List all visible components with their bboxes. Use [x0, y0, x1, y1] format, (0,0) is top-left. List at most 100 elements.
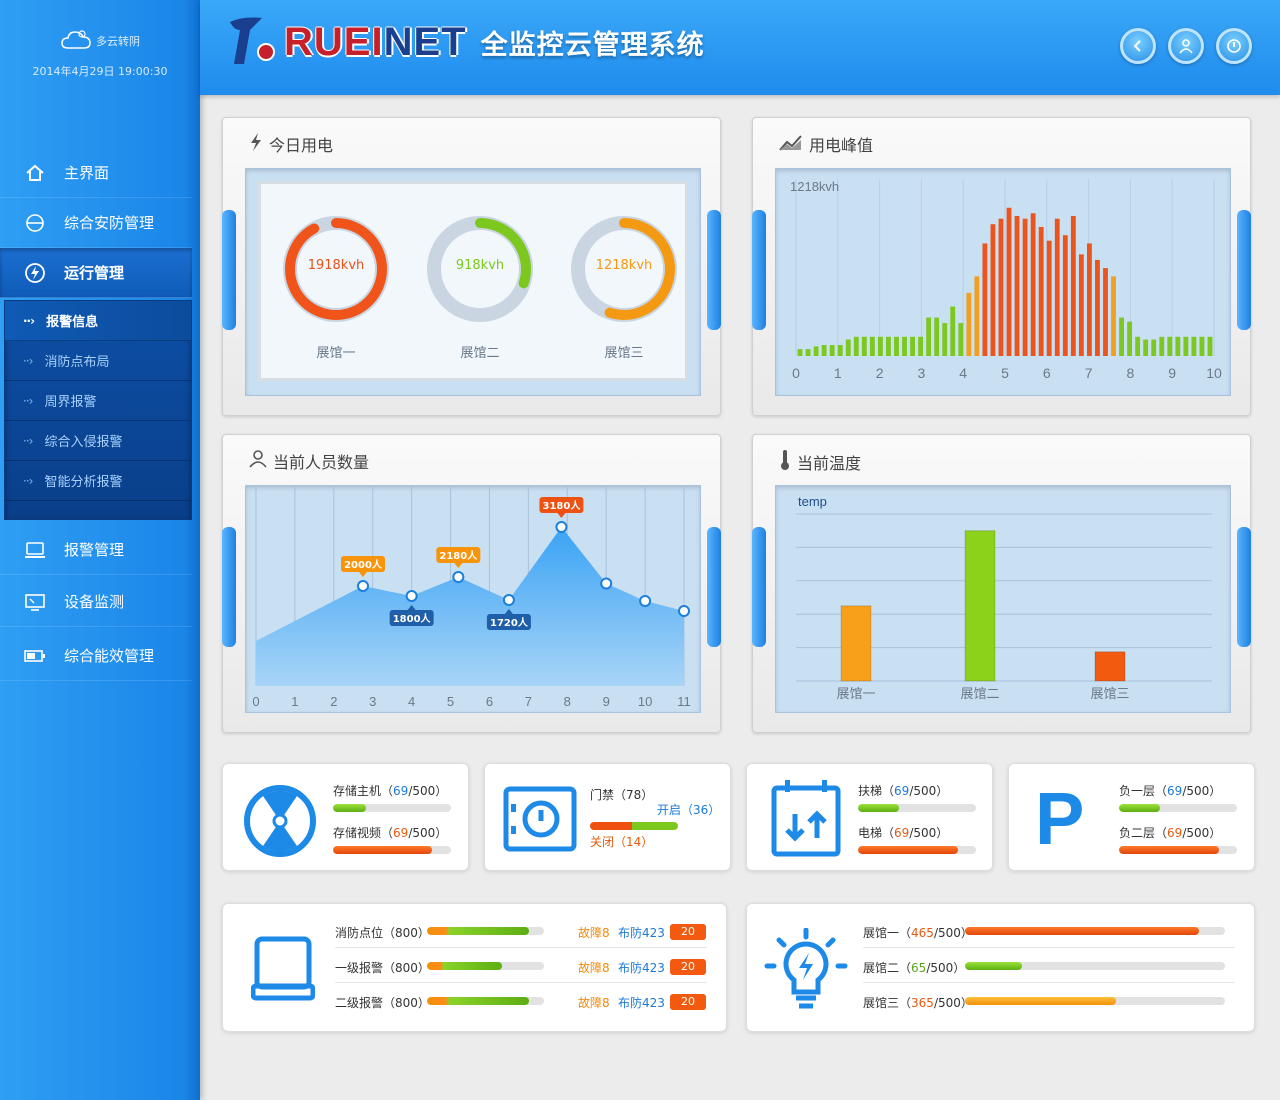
people-point: [405, 590, 418, 602]
power-peak-chart-area: 0 1 2 3 4 5 6 7 8 9 10 1218kvh: [775, 168, 1231, 396]
subnav-fire-layout[interactable]: ··› 消防点布局: [5, 341, 191, 381]
x-tick-label: 8: [1127, 365, 1135, 381]
peak-bar: [1014, 215, 1020, 356]
x-tick-label: 7: [525, 694, 532, 709]
panel-title: 今日用电: [249, 132, 333, 156]
card-lighting: 展馆一（465/500） 展馆二（65/500） 展馆三（365/500）: [746, 903, 1255, 1032]
chevron-right-icon: ··›: [23, 353, 33, 368]
globe-icon: [24, 212, 46, 234]
storage-video-label: 存储视频（69/500）: [333, 826, 448, 840]
subnav-label: 智能分析报警: [44, 475, 123, 490]
panel-title-text: 当前人员数量: [273, 453, 370, 472]
fire-alarm-badge: 20: [670, 959, 706, 975]
x-tick-label: 3: [918, 365, 926, 381]
nav-energy[interactable]: 综合能效管理: [0, 631, 192, 681]
row-divider: [335, 982, 707, 983]
door-bar: [590, 822, 678, 830]
hall-light-label: 展馆三（365/500）: [863, 996, 973, 1010]
lightbulb-icon: [763, 927, 849, 1018]
safe-icon: [503, 784, 577, 858]
callout-arrow: [359, 572, 367, 577]
temperature-chart: temp 展馆一 展馆二 展馆三: [796, 494, 1212, 702]
subnav-perimeter[interactable]: ··› 周界报警: [5, 381, 191, 421]
temp-bar: [840, 605, 872, 682]
basement-2-bar: [1119, 846, 1237, 854]
nav-device-monitor[interactable]: 设备监测: [0, 577, 192, 627]
panel-people: 当前人员数量 0 1 2 3 4 5 6 7 8 9 10 11 2000人 1800人 2180人 1720…: [222, 434, 721, 733]
peak-bar: [1103, 268, 1108, 356]
panel-title: 当前人员数量: [249, 449, 369, 473]
x-tick-label: 8: [564, 694, 571, 709]
category-label: 展馆二: [960, 687, 999, 702]
x-tick-label: 10: [1206, 365, 1222, 381]
peak-bar: [1127, 321, 1133, 356]
peak-bar: [805, 349, 811, 356]
laptop-icon: [24, 539, 46, 561]
fire-alarm-badge: 20: [670, 924, 706, 940]
user-button[interactable]: [1168, 28, 1204, 64]
sidebar: 多云转阴 2014年4月29日 19:00:30 主界面 综合安防管理 运行管理…: [0, 0, 200, 1100]
peak-bar: [1191, 336, 1197, 356]
nav-label: 主界面: [64, 164, 110, 182]
peak-bar: [982, 243, 988, 356]
nav-alarm-mgmt[interactable]: 报警管理: [0, 525, 192, 575]
peak-bar: [845, 339, 851, 356]
subnav-smart-analysis[interactable]: ··› 智能分析报警: [5, 461, 191, 501]
peak-bar: [1199, 336, 1205, 356]
logo-wordmark: RUEINET: [284, 20, 467, 65]
nav-security[interactable]: 综合安防管理: [0, 198, 192, 248]
header: RUEINET 全监控云管理系统: [200, 0, 1280, 95]
nav-operations[interactable]: 运行管理: [0, 248, 192, 298]
hall-light-label: 展馆一（465/500）: [863, 926, 973, 940]
chevron-left-icon: [1133, 40, 1141, 52]
people-point: [678, 605, 690, 617]
panel-power-today: 今日用电 1918kvh 展馆一 918kvh 展馆二 1218kvh 展馆三: [222, 117, 721, 416]
subnav-intrusion[interactable]: ··› 综合入侵报警: [5, 421, 191, 461]
peak-bar: [1119, 317, 1124, 356]
x-tick-label: 7: [1085, 365, 1093, 381]
category-label: 展馆三: [1090, 687, 1129, 702]
subnav-alarm-info[interactable]: ··› 报警信息: [5, 301, 191, 341]
weather-text: 多云转阴: [96, 34, 140, 48]
header-buttons: [1120, 28, 1252, 64]
temp-bar: [1094, 651, 1126, 682]
gauge-label: 展馆二: [460, 346, 500, 361]
peak-bar: [1062, 235, 1068, 356]
lightning-icon: [249, 132, 263, 156]
peak-bar: [1159, 336, 1165, 356]
callout-arrow: [557, 513, 566, 518]
datetime: 2014年4月29日 19:00:30: [32, 65, 168, 78]
chevron-right-icon: ··›: [23, 433, 33, 448]
x-tick-label: 2: [330, 694, 337, 709]
people-chart: 0 1 2 3 4 5 6 7 8 9 10 11 2000人 1800人 2180人 1720人 3180人: [252, 486, 691, 709]
fire-armed-count: 布防423: [618, 926, 665, 940]
peak-bar: [1054, 218, 1060, 356]
disc-icon: [243, 784, 317, 862]
basement-1-label: 负一层（69/500）: [1119, 784, 1222, 798]
power-button[interactable]: [1216, 28, 1252, 64]
x-tick-label: 10: [638, 694, 652, 709]
fire-fault-count: 故障8: [578, 996, 610, 1010]
panel-side-tab: [707, 527, 721, 647]
card-elevator: 扶梯（69/500） 电梯（69/500）: [746, 763, 993, 871]
hall-light-bar: [965, 927, 1225, 935]
panel-side-tab: [222, 210, 236, 330]
hall-light-label: 展馆二（65/500）: [863, 961, 966, 975]
peak-bar: [1143, 339, 1149, 356]
peak-bar: [998, 218, 1004, 356]
callout-label: 1720人: [490, 616, 529, 629]
peak-bar: [821, 345, 827, 356]
nav-label: 报警管理: [64, 541, 125, 559]
series-label: temp: [798, 494, 827, 509]
peak-bar: [926, 317, 932, 356]
peak-bar: [894, 336, 899, 356]
hall-light-bar: [965, 997, 1225, 1005]
back-button[interactable]: [1120, 28, 1156, 64]
panel-power-peak: 用电峰值 0 1 2 3 4 5 6 7 8 9 10 1218kvh: [752, 117, 1251, 416]
escalator-label: 扶梯（69/500）: [858, 784, 949, 798]
peak-bar: [958, 323, 964, 356]
panel-title-text: 今日用电: [269, 136, 334, 155]
chevron-right-icon: ··›: [23, 473, 33, 488]
nav-home[interactable]: 主界面: [0, 148, 192, 198]
x-tick-label: 5: [447, 694, 454, 709]
